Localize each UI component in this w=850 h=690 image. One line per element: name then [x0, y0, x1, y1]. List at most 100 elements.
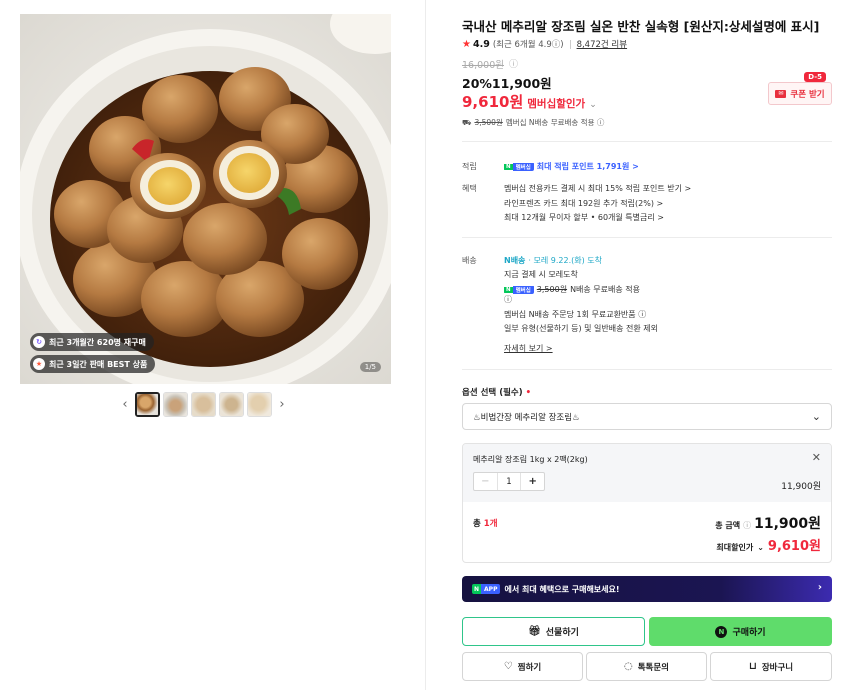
close-icon[interactable]: ✕	[812, 451, 821, 464]
option-selected-value: ♨비법간장 메추리알 장조림♨	[473, 412, 580, 423]
original-price: 16,000원	[462, 60, 504, 71]
total-amount-row: 총 금액 ⓘ 11,900원	[715, 513, 821, 533]
thumbnail-3[interactable]	[191, 392, 216, 417]
thumbnail-2[interactable]	[163, 392, 188, 417]
option-select[interactable]: ♨비법간장 메추리알 장조림♨ ⌄	[462, 403, 832, 430]
heart-icon: ♡	[503, 661, 513, 672]
member-price: 9,610원	[462, 93, 524, 111]
points-label: 적립	[462, 162, 477, 171]
benefit-label: 혜택	[462, 184, 477, 193]
delivery-info-icon[interactable]: ⓘ	[504, 294, 512, 305]
info-icon[interactable]: ⓘ	[743, 520, 751, 531]
selected-item-name: 메추리알 장조림 1kg x 2팩(2kg)	[473, 455, 588, 464]
talktalk-inquiry-button[interactable]: ◌ 톡톡문의	[586, 652, 707, 681]
quantity-stepper: − 1 +	[473, 472, 545, 491]
delivery-label: 배송	[462, 256, 477, 265]
member-price-label: 멤버십할인가	[527, 98, 586, 110]
rating-score: 4.9	[472, 38, 490, 50]
npay-membership-chip: N 멤버십	[504, 285, 534, 294]
delivery-arrival-line: N배송 · 모레 9.22.(화) 도착	[504, 255, 602, 266]
shipping-info: ⛟ 3,500원 멤버십 N배송 무료배송 적용 ⓘ	[462, 117, 604, 128]
buy-button[interactable]: N 구매하기	[649, 617, 832, 646]
review-count-link[interactable]: 8,472건 리뷰	[577, 38, 628, 50]
thumbnail-prev-button[interactable]: ‹	[118, 393, 132, 417]
total-amount-label: 총 금액	[715, 521, 741, 530]
benefit-line-friends-card[interactable]: 라인프렌즈 카드 최대 192원 추가 적립(2%) >	[504, 198, 663, 209]
rating-detail[interactable]: (최근 6개월 4.9ⓘ)	[493, 38, 564, 50]
price-info-icon[interactable]: ⓘ	[509, 57, 518, 70]
thumbnail-strip: ‹ ›	[118, 392, 289, 417]
chevron-down-icon: ⌄	[811, 410, 821, 423]
rating-separator	[569, 39, 571, 49]
divider	[462, 141, 832, 142]
chevron-down-icon[interactable]: ⌄	[589, 100, 597, 110]
image-counter: 1/5	[359, 362, 381, 372]
repurchase-badge: ↻ 최근 3개월간 620명 재구매	[30, 333, 154, 351]
shipping-fee: 3,500원	[474, 118, 503, 127]
thumbnail-4[interactable]	[219, 392, 244, 417]
member-price-row[interactable]: 9,610원 멤버십할인가 ⌄	[462, 91, 597, 112]
best-seller-badge-text: 최근 3일간 판매 BEST 상품	[49, 359, 148, 369]
delivery-more-link[interactable]: 자세히 보기 >	[504, 343, 553, 354]
truck-icon: ⛟	[462, 117, 472, 127]
delivery-fee-line: N 멤버십 3,500원 N배송 무료배송 적용	[504, 284, 640, 295]
total-amount: 11,900원	[754, 516, 821, 532]
star-icon: ★	[462, 38, 471, 50]
app-promo-banner[interactable]: N APP 에서 최대 혜택으로 구매해보세요! ›	[462, 576, 832, 602]
chevron-down-icon: ⌄	[757, 543, 764, 552]
thumbnail-1[interactable]	[135, 392, 160, 417]
thumbnail-5[interactable]	[247, 392, 272, 417]
column-divider	[425, 0, 426, 690]
repurchase-icon: ↻	[33, 336, 45, 348]
npay-membership-chip: N 멤버십	[504, 162, 534, 171]
delivery-fee-text: N배송 무료배송 적용	[570, 285, 641, 294]
selected-option-box: 메추리알 장조림 1kg x 2팩(2kg) ✕ − 1 + 11,900원 총…	[462, 443, 832, 563]
coupon-dday-badge: D-5	[804, 72, 826, 82]
wishlist-button[interactable]: ♡ 찜하기	[462, 652, 583, 681]
gift-button[interactable]: 🎁︎ 선물하기	[462, 617, 645, 646]
n-delivery-badge: N배송	[504, 256, 526, 265]
rating-row: ★ 4.9 (최근 6개월 4.9ⓘ) 8,472건 리뷰	[462, 38, 628, 51]
coupon-button-label: 쿠폰 받기	[790, 89, 825, 100]
chevron-right-icon: ›	[817, 582, 822, 593]
product-title: 국내산 메추리알 장조림 실온 반찬 실속형 [원산지:상세설명에 표시]	[462, 19, 820, 34]
quantity-minus-button[interactable]: −	[474, 473, 497, 490]
product-main-image[interactable]: ↻ 최근 3개월간 620명 재구매 ★ 최근 3일간 판매 BEST 상품 1…	[20, 14, 391, 384]
option-label: 옵션 선택 (필수) •	[462, 388, 532, 398]
cart-button[interactable]: ⊔ 장바구니	[710, 652, 832, 681]
thumbnail-next-button[interactable]: ›	[275, 393, 289, 417]
delivery-line-4: 멤버십 N배송 주문당 1회 무료교환반품 ⓘ	[504, 310, 647, 319]
coupon-icon: ✉	[775, 89, 787, 98]
divider	[462, 237, 832, 238]
points-line[interactable]: N 멤버십 최대 적립 포인트 1,791원 >	[504, 161, 639, 172]
delivery-line-2: 지금 결제 시 모레도착	[504, 270, 578, 279]
coupon-button[interactable]: ✉ 쿠폰 받기	[768, 82, 832, 105]
max-discount-label: 최대할인가	[716, 543, 754, 552]
delivery-fee: 3,500원	[536, 285, 568, 294]
quail-egg-photo	[20, 14, 391, 384]
chat-bubble-icon: ◌	[623, 661, 633, 672]
shipping-text: 멤버십 N배송 무료배송 적용 ⓘ	[505, 118, 605, 127]
naver-app-chip: N APP	[472, 584, 501, 594]
benefit-line-installment[interactable]: 최대 12개월 무이자 할부 • 60개월 특별금리 >	[504, 212, 664, 223]
benefit-card-line[interactable]: 멤버십 전용카드 결제 시 최대 15% 적립 포인트 받기 >	[504, 183, 691, 194]
divider	[462, 369, 832, 370]
app-promo-text: 에서 최대 혜택으로 구매해보세요!	[504, 584, 620, 594]
sale-price: 20%11,900원	[462, 76, 552, 91]
shopping-bag-icon: ⊔	[748, 661, 757, 672]
repurchase-badge-text: 최근 3개월간 620명 재구매	[49, 337, 146, 347]
required-mark: •	[525, 388, 532, 398]
gift-icon: 🎁︎	[528, 626, 541, 637]
quantity-value[interactable]: 1	[496, 473, 522, 490]
delivery-line-5: 일부 유형(선물하기 등) 및 일반배송 전환 제외	[504, 324, 658, 333]
max-discount-row[interactable]: 최대할인가 ⌄ 9,610원	[716, 535, 821, 554]
total-count: 총 1개	[473, 519, 498, 529]
npay-logo-icon: N	[715, 625, 728, 638]
best-icon: ★	[33, 358, 45, 370]
selected-item-price: 11,900원	[781, 482, 821, 492]
best-seller-badge: ★ 최근 3일간 판매 BEST 상품	[30, 355, 156, 373]
max-discount-amount: 9,610원	[767, 539, 821, 554]
arrival-date: · 모레 9.22.(화) 도착	[528, 256, 602, 265]
quantity-plus-button[interactable]: +	[521, 473, 544, 490]
max-points-text: 최대 적립 포인트 1,791원 >	[536, 162, 639, 171]
